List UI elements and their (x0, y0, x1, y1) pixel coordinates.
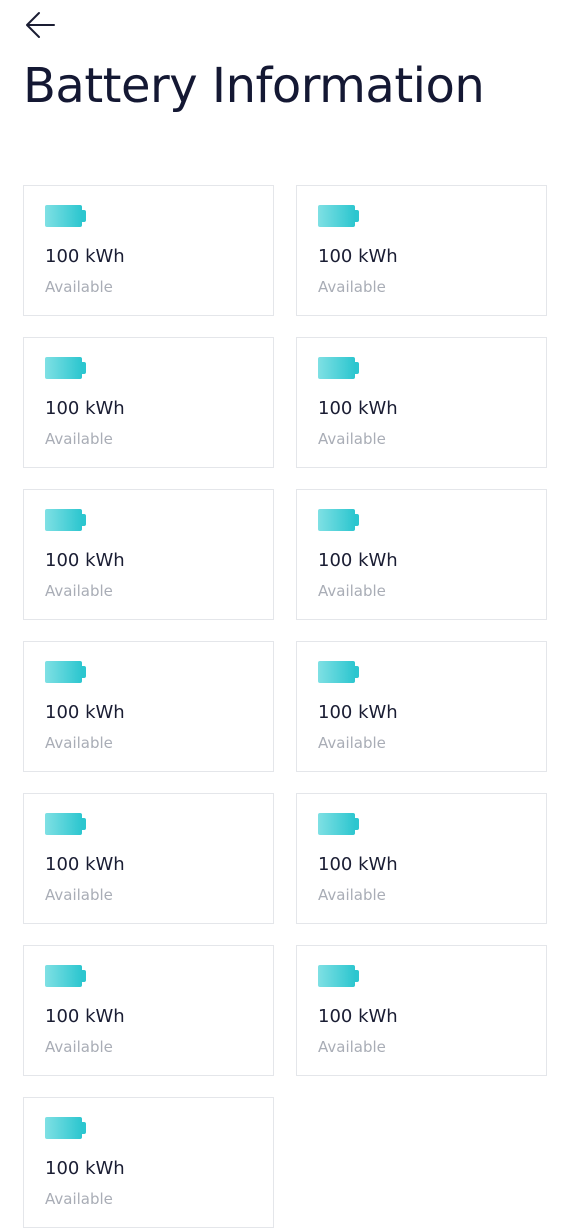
battery-capacity: 100 kWh (318, 398, 398, 419)
battery-status: Available (318, 430, 386, 448)
battery-status: Available (45, 278, 113, 296)
battery-capacity: 100 kWh (318, 854, 398, 875)
battery-icon (318, 965, 359, 987)
battery-capacity: 100 kWh (45, 702, 125, 723)
battery-card[interactable]: 100 kWh Available (296, 641, 547, 772)
battery-status: Available (318, 278, 386, 296)
battery-card[interactable]: 100 kWh Available (296, 185, 547, 316)
battery-information-screen: Battery Information 100 kWh Available 100 … (0, 0, 573, 1228)
battery-card[interactable]: 100 kWh Available (23, 337, 274, 468)
battery-status: Available (45, 886, 113, 904)
battery-icon (45, 205, 86, 227)
battery-capacity: 100 kWh (45, 1006, 125, 1027)
battery-status: Available (318, 582, 386, 600)
battery-grid: 100 kWh Available 100 kWh Available 100 kWh A… (23, 185, 547, 1228)
battery-status: Available (45, 1038, 113, 1056)
battery-card[interactable]: 100 kWh Available (23, 793, 274, 924)
battery-card[interactable]: 100 kWh Available (23, 185, 274, 316)
battery-card[interactable]: 100 kWh Available (296, 337, 547, 468)
battery-icon (45, 661, 86, 683)
battery-status: Available (318, 1038, 386, 1056)
battery-icon (45, 509, 86, 531)
battery-icon (318, 357, 359, 379)
battery-status: Available (318, 886, 386, 904)
battery-capacity: 100 kWh (318, 1006, 398, 1027)
battery-icon (45, 357, 86, 379)
battery-capacity: 100 kWh (45, 1158, 125, 1179)
battery-capacity: 100 kWh (45, 246, 125, 267)
battery-icon (318, 661, 359, 683)
battery-icon (45, 1117, 86, 1139)
battery-icon (45, 813, 86, 835)
battery-status: Available (45, 430, 113, 448)
battery-status: Available (45, 734, 113, 752)
battery-icon (318, 813, 359, 835)
battery-capacity: 100 kWh (318, 702, 398, 723)
battery-status: Available (45, 1190, 113, 1208)
battery-card[interactable]: 100 kWh Available (23, 489, 274, 620)
battery-card[interactable]: 100 kWh Available (23, 641, 274, 772)
battery-capacity: 100 kWh (45, 398, 125, 419)
battery-capacity: 100 kWh (318, 246, 398, 267)
battery-capacity: 100 kWh (45, 854, 125, 875)
battery-capacity: 100 kWh (318, 550, 398, 571)
battery-card[interactable]: 100 kWh Available (23, 1097, 274, 1228)
back-button[interactable] (24, 8, 58, 42)
battery-card[interactable]: 100 kWh Available (296, 489, 547, 620)
battery-capacity: 100 kWh (45, 550, 125, 571)
arrow-left-icon (26, 12, 55, 38)
page-title: Battery Information (23, 58, 485, 114)
battery-card[interactable]: 100 kWh Available (296, 793, 547, 924)
battery-status: Available (318, 734, 386, 752)
battery-card[interactable]: 100 kWh Available (23, 945, 274, 1076)
battery-status: Available (45, 582, 113, 600)
battery-icon (45, 965, 86, 987)
battery-icon (318, 509, 359, 531)
battery-icon (318, 205, 359, 227)
battery-card[interactable]: 100 kWh Available (296, 945, 547, 1076)
